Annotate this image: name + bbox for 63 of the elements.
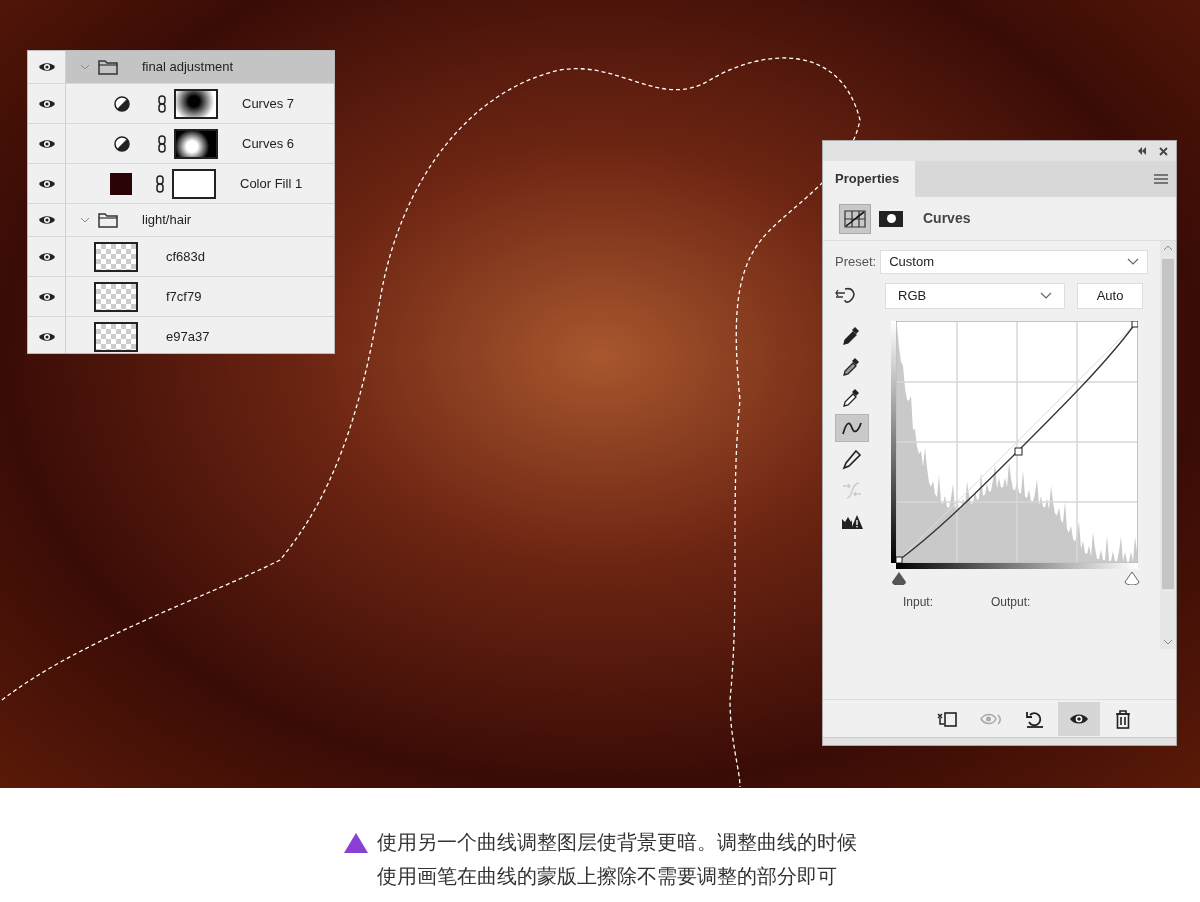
control-point[interactable] — [1131, 321, 1138, 328]
visibility-icon[interactable] — [37, 330, 56, 343]
mask-thumbnail — [172, 168, 216, 199]
input-label: Input: — [903, 594, 934, 611]
chevron-icon[interactable] — [80, 216, 90, 224]
pencil-icon — [840, 448, 864, 470]
chevron-down-icon — [1040, 292, 1052, 300]
adjustment-icon — [114, 95, 130, 112]
layer-name: Curves 7 — [242, 94, 295, 113]
visibility-icon[interactable] — [37, 290, 56, 303]
mask-icon[interactable] — [879, 210, 903, 227]
curve-tool-button[interactable] — [835, 414, 869, 442]
visibility-icon[interactable] — [37, 137, 56, 150]
visibility-icon[interactable] — [37, 250, 56, 263]
color-swatch — [110, 172, 132, 195]
triangle-icon — [343, 832, 369, 854]
curves-adjustment-icon[interactable] — [839, 203, 871, 234]
layer-name: e97a37 — [166, 327, 210, 346]
properties-tab[interactable]: Properties — [823, 161, 915, 197]
caption-text: 使用另一个曲线调整图层使背景更暗。调整曲线的时候 — [377, 830, 857, 855]
visibility-icon[interactable] — [37, 61, 56, 73]
preset-label: Preset: — [835, 253, 877, 272]
channel-dropdown[interactable]: RGB — [885, 283, 1065, 309]
folder-icon — [98, 59, 118, 75]
auto-button[interactable]: Auto — [1077, 283, 1143, 309]
close-icon[interactable] — [1159, 146, 1168, 156]
targeted-adjustment-icon[interactable] — [835, 286, 857, 306]
scroll-up-icon[interactable] — [1163, 245, 1173, 251]
adjustment-icon — [114, 135, 130, 152]
layer-row[interactable]: final adjustment — [66, 51, 334, 83]
collapse-icon[interactable] — [1137, 147, 1147, 155]
link-icon — [156, 174, 164, 193]
transparent-thumbnail — [94, 281, 138, 312]
layer-name: cf683d — [166, 247, 206, 266]
control-point[interactable] — [1014, 447, 1023, 456]
scrollbar[interactable] — [1160, 241, 1176, 649]
menu-icon[interactable] — [1154, 174, 1168, 184]
folder-icon — [98, 212, 118, 228]
output-label: Output: — [991, 594, 1031, 611]
mask-thumbnail — [174, 128, 218, 159]
layer-name: f7cf79 — [166, 287, 202, 306]
layer-name: light/hair — [142, 211, 192, 230]
chevron-down-icon — [1127, 258, 1139, 266]
caption-text: 使用画笔在曲线的蒙版上擦除不需要调整的部分即可 — [377, 864, 838, 889]
mask-thumbnail — [174, 88, 218, 119]
adjustment-title: Curves — [923, 209, 971, 228]
link-icon — [158, 94, 166, 113]
preset-dropdown[interactable]: Custom — [880, 250, 1148, 274]
layer-name: final adjustment — [142, 58, 234, 77]
scroll-down-icon[interactable] — [1163, 639, 1173, 645]
visibility-icon[interactable] — [37, 97, 56, 110]
visibility-icon[interactable] — [37, 214, 56, 226]
visibility-icon[interactable] — [37, 177, 56, 190]
resize-grip[interactable] — [823, 737, 1176, 745]
visibility-button[interactable] — [1058, 701, 1100, 736]
transparent-thumbnail — [94, 321, 138, 352]
transparent-thumbnail — [94, 241, 138, 272]
layer-name: Curves 6 — [242, 134, 295, 153]
slider-handle[interactable] — [891, 571, 907, 585]
layer-name: Color Fill 1 — [240, 174, 303, 193]
slider-handle[interactable] — [1123, 571, 1141, 585]
link-icon — [158, 134, 166, 153]
smooth-curve-icon — [840, 479, 864, 501]
